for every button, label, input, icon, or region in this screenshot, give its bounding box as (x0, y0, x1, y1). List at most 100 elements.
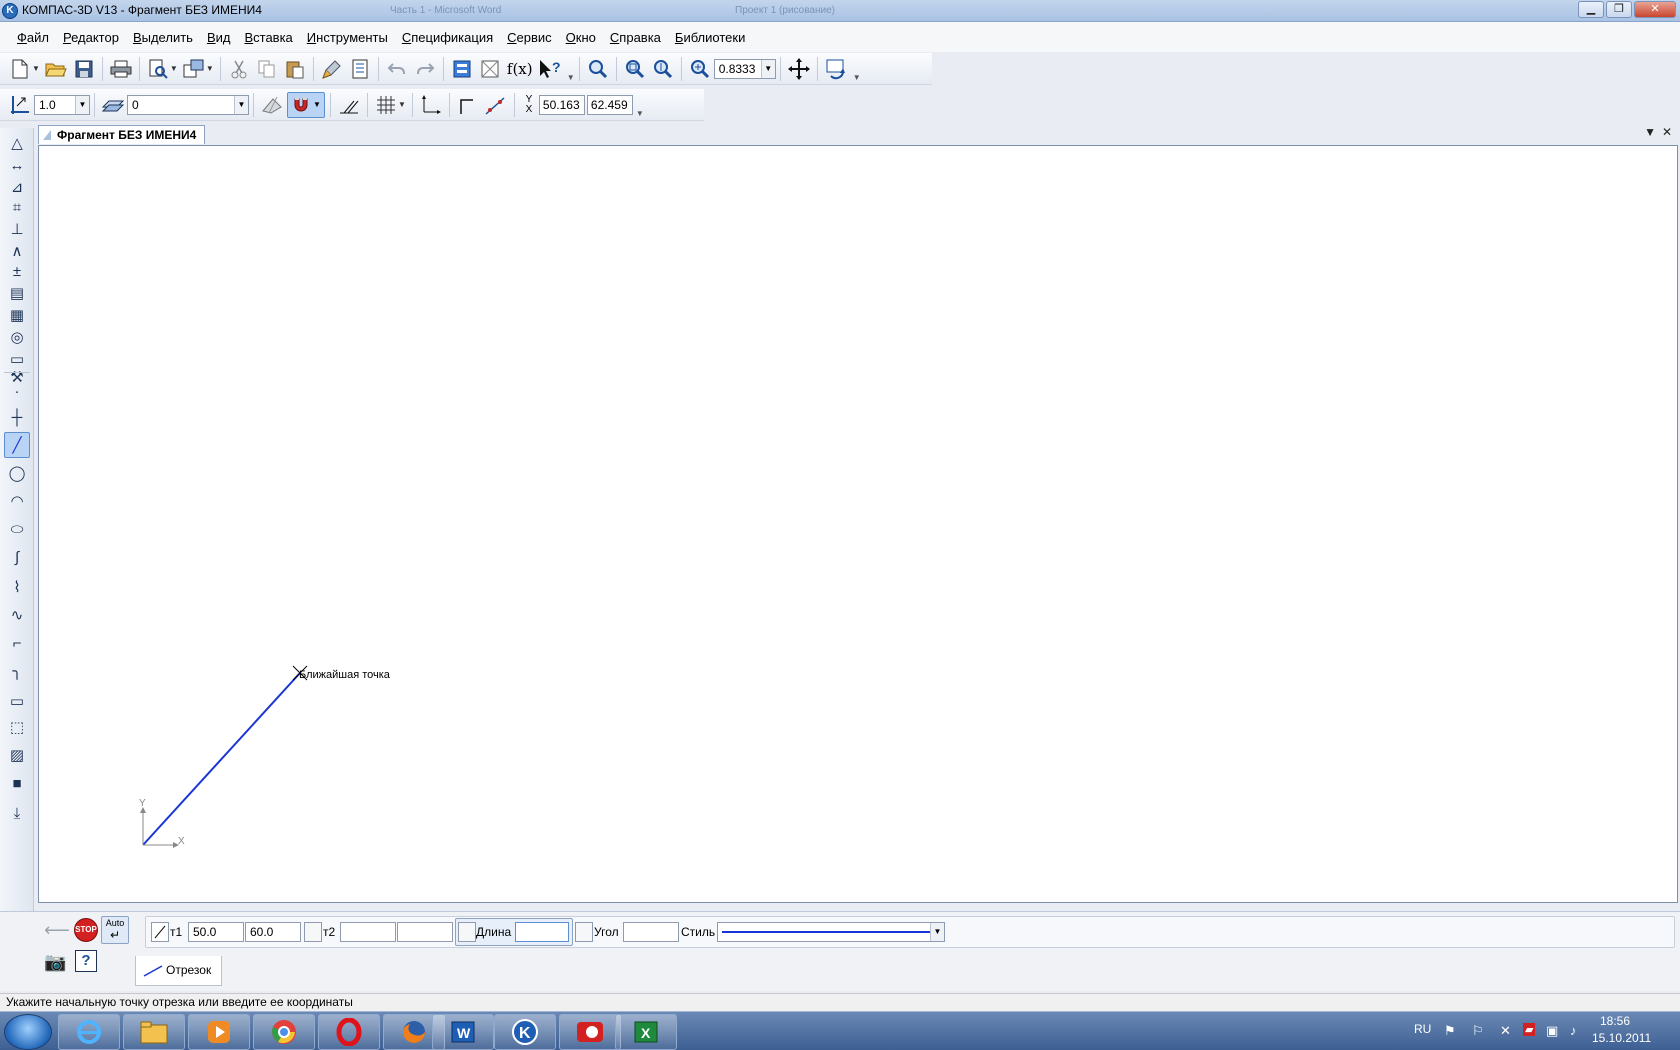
point-icon[interactable]: · (4, 378, 30, 404)
arc-icon[interactable]: ◠ (4, 488, 30, 514)
kompas-viewer-icon[interactable] (559, 1014, 621, 1050)
layer-combo[interactable]: 0 ▼ (127, 94, 249, 115)
internet-explorer-icon[interactable] (58, 1014, 120, 1050)
orthogonal-line-icon[interactable] (455, 92, 481, 118)
cursor-x-field[interactable]: 50.163 (538, 94, 585, 115)
manager-icon[interactable] (181, 56, 207, 82)
circle-icon[interactable]: ◯ (4, 460, 30, 486)
continuous-line-icon[interactable]: ∫ (4, 544, 30, 570)
new-file-icon[interactable] (7, 56, 33, 82)
tray-connection-icon[interactable]: ▣ (1546, 1023, 1558, 1039)
opera-icon[interactable] (318, 1014, 380, 1050)
t1-x-field[interactable]: 50.0 (188, 922, 244, 942)
menu-insert[interactable]: Вставка (237, 30, 299, 45)
preview-icon[interactable] (145, 56, 171, 82)
zoom-window-icon[interactable] (585, 56, 611, 82)
toolbar-grip-icon[interactable]: ▼ (853, 73, 861, 82)
ellipse-icon[interactable]: ⬭ (4, 516, 30, 542)
zoom-out-icon[interactable] (650, 56, 676, 82)
manager-dropdown-icon[interactable]: ▼ (206, 64, 214, 73)
grid-icon[interactable] (373, 92, 399, 118)
menu-view[interactable]: Вид (200, 30, 238, 45)
media-player-icon[interactable] (188, 1014, 250, 1050)
excel-icon[interactable]: X (615, 1014, 677, 1050)
auto-create-button[interactable]: Auto ↵ (101, 916, 129, 944)
menu-tools[interactable]: Инструменты (300, 30, 395, 45)
refresh-icon[interactable] (823, 56, 849, 82)
start-button[interactable] (4, 1014, 52, 1050)
toolbar-grip-icon[interactable]: ▼ (567, 73, 575, 82)
print-icon[interactable] (108, 56, 134, 82)
polyline-icon[interactable]: ⌇ (4, 574, 30, 600)
copy-icon[interactable] (254, 56, 280, 82)
chrome-icon[interactable] (253, 1014, 315, 1050)
tray-flag-icon[interactable]: ⚐ (1472, 1023, 1484, 1039)
t1-y-field[interactable]: 60.0 (245, 922, 301, 942)
camera-icon[interactable]: 📷 (44, 952, 66, 973)
tab-close-icon[interactable]: ✕ (1662, 125, 1672, 139)
tab-list-icon[interactable]: ▼ (1644, 125, 1656, 139)
zoom-in-icon[interactable] (622, 56, 648, 82)
menu-editor[interactable]: Редактор (56, 30, 126, 45)
segment-tab[interactable]: Отрезок (135, 956, 223, 986)
tray-ati-icon[interactable]: ▰ (1523, 1023, 1536, 1036)
fillet-icon[interactable]: ╮ (4, 658, 30, 684)
angle-field[interactable] (623, 922, 679, 942)
kompas-app-icon[interactable]: K (2, 3, 18, 19)
redo-icon[interactable] (412, 56, 438, 82)
menu-window[interactable]: Окно (559, 30, 603, 45)
style-dropdown-icon[interactable]: ▼ (930, 923, 944, 941)
tray-security-icon[interactable]: ✕ (1500, 1023, 1511, 1039)
contour-icon[interactable]: ⬚ (4, 714, 30, 740)
element-properties-icon[interactable] (259, 92, 285, 118)
spec-icon[interactable] (477, 56, 503, 82)
language-indicator[interactable]: RU (1414, 1022, 1431, 1036)
toolbar-grip-icon[interactable]: ▼ (636, 109, 644, 118)
function-icon[interactable]: f(x) (505, 56, 535, 82)
menu-help[interactable]: Справка (603, 30, 668, 45)
stop-button[interactable]: STOP (74, 918, 98, 942)
t1-fix-toggle[interactable] (151, 922, 169, 942)
pan-icon[interactable] (786, 56, 812, 82)
spline-icon[interactable]: ∿ (4, 602, 30, 628)
tray-volume-icon[interactable]: ♪ (1570, 1023, 1577, 1038)
cursor-step-icon[interactable] (7, 92, 33, 118)
menu-libraries[interactable]: Библиотеки (668, 30, 752, 45)
context-help-icon[interactable]: ? (537, 56, 563, 82)
help-button[interactable]: ? (75, 950, 97, 972)
close-button[interactable]: ✕ (1634, 1, 1676, 18)
cursor-y-field[interactable]: 62.459 (586, 94, 633, 115)
properties-icon[interactable] (347, 56, 373, 82)
t2-x-field[interactable] (340, 922, 396, 942)
t2-y-field[interactable] (397, 922, 453, 942)
undo-icon[interactable] (384, 56, 410, 82)
zoom-combo[interactable]: 0.8333 ▼ (713, 58, 776, 79)
minimize-button[interactable]: ▁ (1578, 1, 1604, 18)
fill-icon[interactable]: ■ (4, 770, 30, 796)
word-icon[interactable]: W (432, 1014, 494, 1050)
explorer-folder-icon[interactable] (123, 1014, 185, 1050)
brush-icon[interactable] (319, 56, 345, 82)
drawn-segment[interactable] (142, 672, 301, 846)
menu-file[interactable]: Файл (10, 30, 56, 45)
drawing-canvas[interactable]: Y X Ближайшая точка (38, 145, 1678, 903)
new-file-dropdown-icon[interactable]: ▼ (32, 64, 40, 73)
cursor-step-combo[interactable]: 1.0 ▼ (34, 94, 90, 115)
maximize-button[interactable]: ❐ (1606, 1, 1632, 18)
collect-contour-icon[interactable]: ⤓ (4, 800, 30, 826)
hatch-icon[interactable]: ▨ (4, 742, 30, 768)
library-manager-icon[interactable] (449, 56, 475, 82)
paste-icon[interactable] (282, 56, 308, 82)
rectangle-icon[interactable]: ▭ (4, 688, 30, 714)
tray-network-icon[interactable]: ⚑ (1444, 1023, 1456, 1039)
menu-specification[interactable]: Спецификация (395, 30, 500, 45)
save-icon[interactable] (71, 56, 97, 82)
segment-icon[interactable]: ╱ (4, 432, 30, 458)
chamfer-icon[interactable]: ⌐ (4, 630, 30, 656)
snaps-icon[interactable]: ▼ (287, 91, 325, 118)
angle-fix-toggle[interactable] (575, 922, 593, 942)
open-folder-icon[interactable] (43, 56, 69, 82)
orthogonal-mode-icon[interactable] (336, 92, 362, 118)
menu-service[interactable]: Сервис (500, 30, 559, 45)
menu-select[interactable]: Выделить (126, 30, 200, 45)
